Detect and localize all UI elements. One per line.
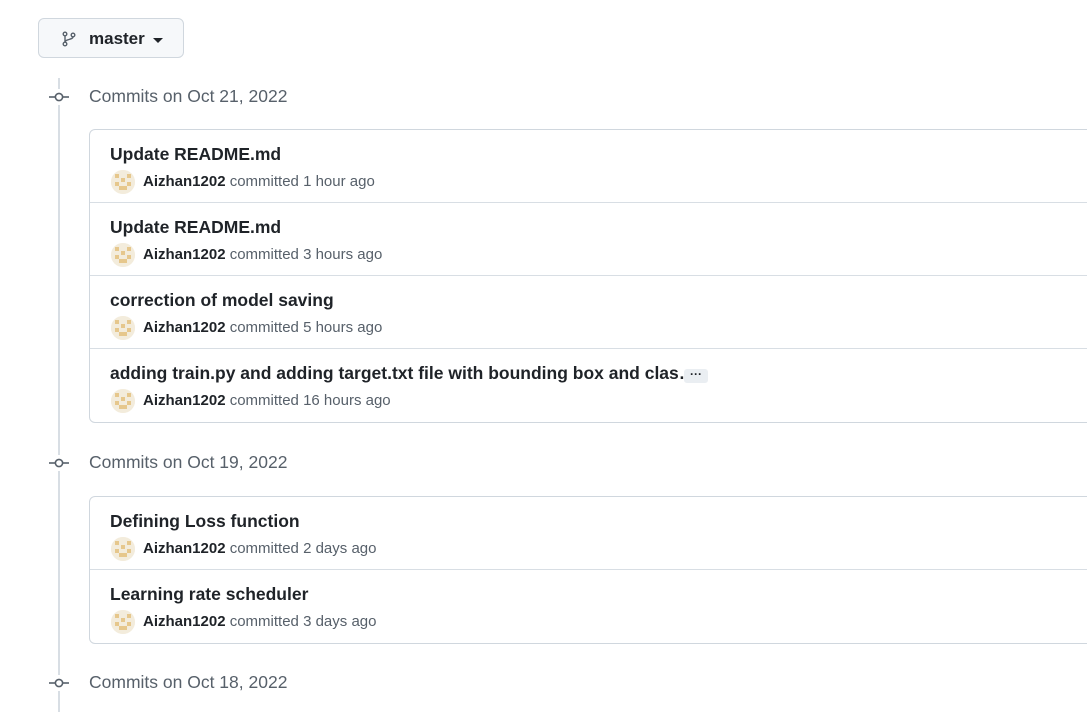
- commit-author-link[interactable]: Aizhan1202: [143, 246, 226, 263]
- commit-author-link[interactable]: Aizhan1202: [143, 540, 226, 557]
- git-branch-icon: [62, 31, 76, 47]
- commit-verb: committed: [229, 392, 299, 409]
- commit-author-link[interactable]: Aizhan1202: [143, 392, 226, 409]
- commit-meta: Aizhan1202 committed 2 days ago: [143, 540, 376, 557]
- chevron-down-icon: [153, 38, 163, 43]
- commit-title-link[interactable]: correction of model saving: [110, 290, 334, 311]
- commit-row: Learning rate scheduler Aizhan1202 commi…: [90, 570, 1087, 643]
- commit-time: 2 days ago: [303, 540, 377, 557]
- avatar[interactable]: [111, 610, 135, 634]
- commit-list: Update README.md Aizhan1202 committed 1 …: [89, 129, 1087, 423]
- commit-meta: Aizhan1202 committed 5 hours ago: [143, 319, 382, 336]
- commit-list: Defining Loss function Aizhan1202 commit…: [89, 496, 1087, 644]
- commit-time: 3 hours ago: [303, 246, 383, 263]
- commit-title-link[interactable]: adding train.py and adding target.txt fi…: [110, 363, 696, 384]
- avatar[interactable]: [111, 170, 135, 194]
- commit-group-title: Commits on Oct 19, 2022: [89, 452, 288, 472]
- commit-author-link[interactable]: Aizhan1202: [143, 173, 226, 190]
- avatar[interactable]: [111, 389, 135, 413]
- commit-row: Defining Loss function Aizhan1202 commit…: [90, 497, 1087, 570]
- commit-title-link[interactable]: Learning rate scheduler: [110, 584, 308, 605]
- git-commit-icon: [48, 89, 70, 105]
- avatar[interactable]: [111, 316, 135, 340]
- commit-meta: Aizhan1202 committed 16 hours ago: [143, 392, 391, 409]
- commit-verb: committed: [229, 319, 299, 336]
- commit-row: Update README.md Aizhan1202 committed 3 …: [90, 203, 1087, 276]
- commit-verb: committed: [229, 246, 299, 263]
- commit-time: 5 hours ago: [303, 319, 383, 336]
- branch-selector-button[interactable]: master: [38, 18, 184, 58]
- git-commit-icon: [48, 455, 70, 471]
- commit-row: correction of model saving Aizhan1202 co…: [90, 276, 1087, 349]
- commit-title-link[interactable]: Update README.md: [110, 144, 281, 165]
- commit-verb: committed: [229, 613, 299, 630]
- commits-page: master Commits on Oct 21, 2022 Update RE…: [0, 0, 1087, 712]
- commit-group-title: Commits on Oct 21, 2022: [89, 86, 288, 106]
- avatar[interactable]: [111, 243, 135, 267]
- expand-message-button[interactable]: ···: [684, 368, 708, 383]
- git-commit-icon: [48, 675, 70, 691]
- commit-title-link[interactable]: Defining Loss function: [110, 511, 300, 532]
- commit-row: adding train.py and adding target.txt fi…: [90, 349, 1087, 422]
- commit-time: 3 days ago: [303, 613, 377, 630]
- commit-title-link[interactable]: Update README.md: [110, 217, 281, 238]
- commit-group-title: Commits on Oct 18, 2022: [89, 672, 288, 692]
- commit-time: 1 hour ago: [303, 173, 375, 190]
- timeline-line: [58, 78, 60, 712]
- commit-verb: committed: [229, 173, 299, 190]
- avatar[interactable]: [111, 537, 135, 561]
- commit-meta: Aizhan1202 committed 3 days ago: [143, 613, 376, 630]
- commit-verb: committed: [229, 540, 299, 557]
- commit-meta: Aizhan1202 committed 1 hour ago: [143, 173, 375, 190]
- commit-author-link[interactable]: Aizhan1202: [143, 613, 226, 630]
- commit-time: 16 hours ago: [303, 392, 391, 409]
- commit-meta: Aizhan1202 committed 3 hours ago: [143, 246, 382, 263]
- branch-name: master: [89, 29, 145, 48]
- commit-author-link[interactable]: Aizhan1202: [143, 319, 226, 336]
- commit-row: Update README.md Aizhan1202 committed 1 …: [90, 130, 1087, 203]
